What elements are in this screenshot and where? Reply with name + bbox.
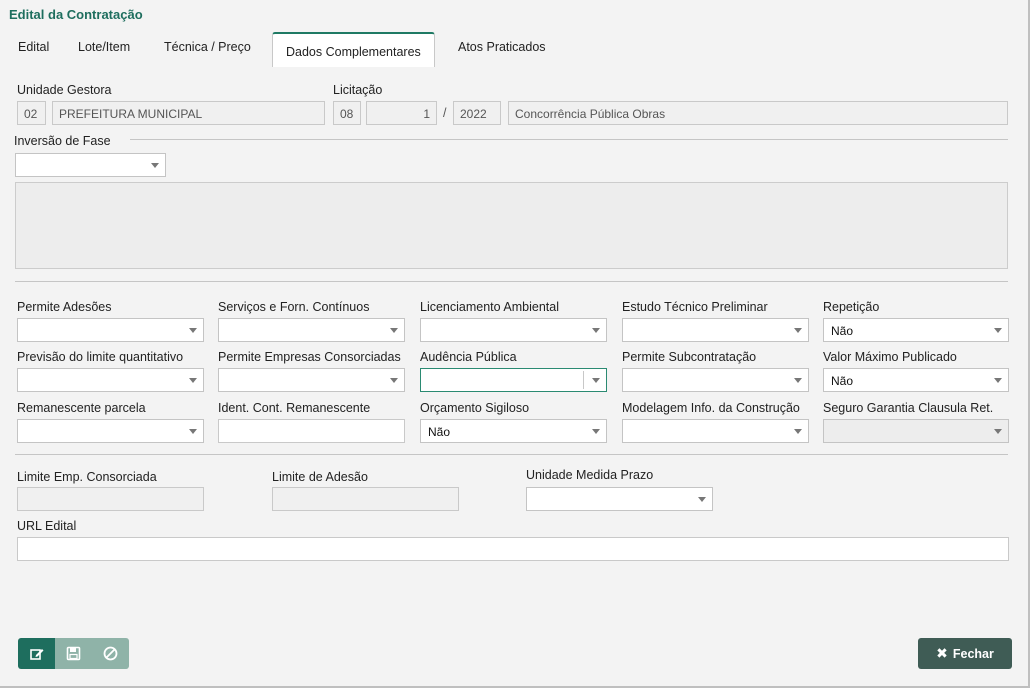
edital-window: Edital da Contratação Edital Lote/Item T…: [0, 0, 1030, 688]
chevron-down-icon: [794, 328, 802, 333]
tab-edital[interactable]: Edital: [18, 40, 49, 54]
unidade-prazo-label: Unidade Medida Prazo: [526, 468, 654, 482]
edit-button[interactable]: [18, 638, 55, 669]
valor-maximo-label: Valor Máximo Publicado: [823, 350, 957, 364]
valor-maximo-select[interactable]: Não: [823, 368, 1009, 392]
permite-adesoes-label: Permite Adesões: [17, 300, 112, 314]
audiencia-publica-label: Audência Pública: [420, 350, 517, 364]
cancel-icon: [103, 646, 118, 661]
unidade-prazo-select[interactable]: [526, 487, 713, 511]
subcontratacao-select[interactable]: [622, 368, 809, 392]
repeticao-label: Repetição: [823, 300, 880, 314]
remanescente-parcela-label: Remanescente parcela: [17, 401, 146, 415]
licitacao-ano-field: 2022: [453, 101, 501, 125]
save-button[interactable]: [55, 638, 92, 669]
repeticao-value: Não: [831, 324, 854, 338]
tab-atos-praticados[interactable]: Atos Praticados: [458, 40, 546, 54]
chevron-down-icon: [189, 429, 197, 434]
valor-maximo-value: Não: [831, 374, 854, 388]
chevron-down-icon: [994, 328, 1002, 333]
licitacao-num-field: 1: [366, 101, 437, 125]
ident-remanescente-input[interactable]: [218, 419, 405, 443]
chevron-down-icon: [189, 378, 197, 383]
previsao-limite-select[interactable]: [17, 368, 204, 392]
licenciamento-select[interactable]: [420, 318, 607, 342]
chevron-down-icon: [390, 378, 398, 383]
url-edital-input[interactable]: [17, 537, 1009, 561]
section-divider: [15, 281, 1008, 282]
servicos-continuos-label: Serviços e Forn. Contínuos: [218, 300, 370, 314]
section-divider: [130, 139, 1008, 140]
limite-adesao-field: [272, 487, 459, 511]
unidade-gestora-label: Unidade Gestora: [17, 83, 112, 97]
licitacao-separator: /: [443, 106, 447, 120]
tab-bar: Edital Lote/Item Técnica / Preço Dados C…: [0, 32, 1030, 67]
permite-adesoes-select[interactable]: [17, 318, 204, 342]
modelagem-select[interactable]: [622, 419, 809, 443]
close-icon: ✖: [936, 645, 948, 661]
orcamento-sigiloso-select[interactable]: Não: [420, 419, 607, 443]
inversao-textarea[interactable]: [15, 182, 1008, 269]
licitacao-label: Licitação: [333, 83, 383, 97]
limite-adesao-label: Limite de Adesão: [272, 470, 368, 484]
chevron-down-icon: [592, 378, 600, 383]
empresas-consorciadas-label: Permite Empresas Consorciadas: [218, 350, 401, 364]
servicos-continuos-select[interactable]: [218, 318, 405, 342]
chevron-down-icon: [994, 429, 1002, 434]
empresas-consorciadas-select[interactable]: [218, 368, 405, 392]
action-button-group: [18, 638, 129, 669]
modelagem-label: Modelagem Info. da Construção: [622, 401, 800, 415]
url-edital-label: URL Edital: [17, 519, 77, 533]
close-button[interactable]: ✖ Fechar: [918, 638, 1012, 669]
chevron-down-icon: [189, 328, 197, 333]
chevron-down-icon: [592, 429, 600, 434]
unidade-code-field: 02: [17, 101, 46, 125]
edit-icon: [29, 648, 43, 660]
ident-remanescente-label: Ident. Cont. Remanescente: [218, 401, 371, 415]
previsao-limite-label: Previsão do limite quantitativo: [17, 350, 184, 364]
orcamento-sigiloso-label: Orçamento Sigiloso: [420, 401, 530, 415]
chevron-down-icon: [151, 163, 159, 168]
subcontratacao-label: Permite Subcontratação: [622, 350, 757, 364]
seguro-garantia-select[interactable]: [823, 419, 1009, 443]
chevron-down-icon: [390, 328, 398, 333]
window-title: Edital da Contratação: [9, 7, 143, 22]
repeticao-select[interactable]: Não: [823, 318, 1009, 342]
unidade-name-field: PREFEITURA MUNICIPAL: [52, 101, 325, 125]
save-icon: [66, 646, 81, 661]
remanescente-parcela-select[interactable]: [17, 419, 204, 443]
seguro-garantia-label: Seguro Garantia Clausula Ret.: [823, 401, 994, 415]
audiencia-publica-select[interactable]: [420, 368, 607, 392]
orcamento-sigiloso-value: Não: [428, 425, 451, 439]
chevron-down-icon: [794, 378, 802, 383]
licenciamento-label: Licenciamento Ambiental: [420, 300, 559, 314]
licitacao-desc-field: Concorrência Pública Obras: [508, 101, 1008, 125]
section-divider: [15, 454, 1008, 455]
limite-consorciada-label: Limite Emp. Consorciada: [17, 470, 157, 484]
dropdown-separator: [583, 371, 584, 389]
licitacao-mod-field: 08: [333, 101, 361, 125]
estudo-tecnico-label: Estudo Técnico Preliminar: [622, 300, 768, 314]
inversao-label: Inversão de Fase: [14, 134, 111, 148]
tab-lote-item[interactable]: Lote/Item: [78, 40, 130, 54]
chevron-down-icon: [994, 378, 1002, 383]
chevron-down-icon: [592, 328, 600, 333]
estudo-tecnico-select[interactable]: [622, 318, 809, 342]
chevron-down-icon: [698, 497, 706, 502]
close-button-label: Fechar: [952, 646, 994, 661]
limite-consorciada-field: [17, 487, 204, 511]
cancel-button[interactable]: [92, 638, 129, 669]
tab-dados-complementares[interactable]: Dados Complementares: [272, 32, 435, 67]
chevron-down-icon: [794, 429, 802, 434]
inversao-select[interactable]: [15, 153, 166, 177]
tab-tecnica-preco[interactable]: Técnica / Preço: [164, 40, 251, 54]
